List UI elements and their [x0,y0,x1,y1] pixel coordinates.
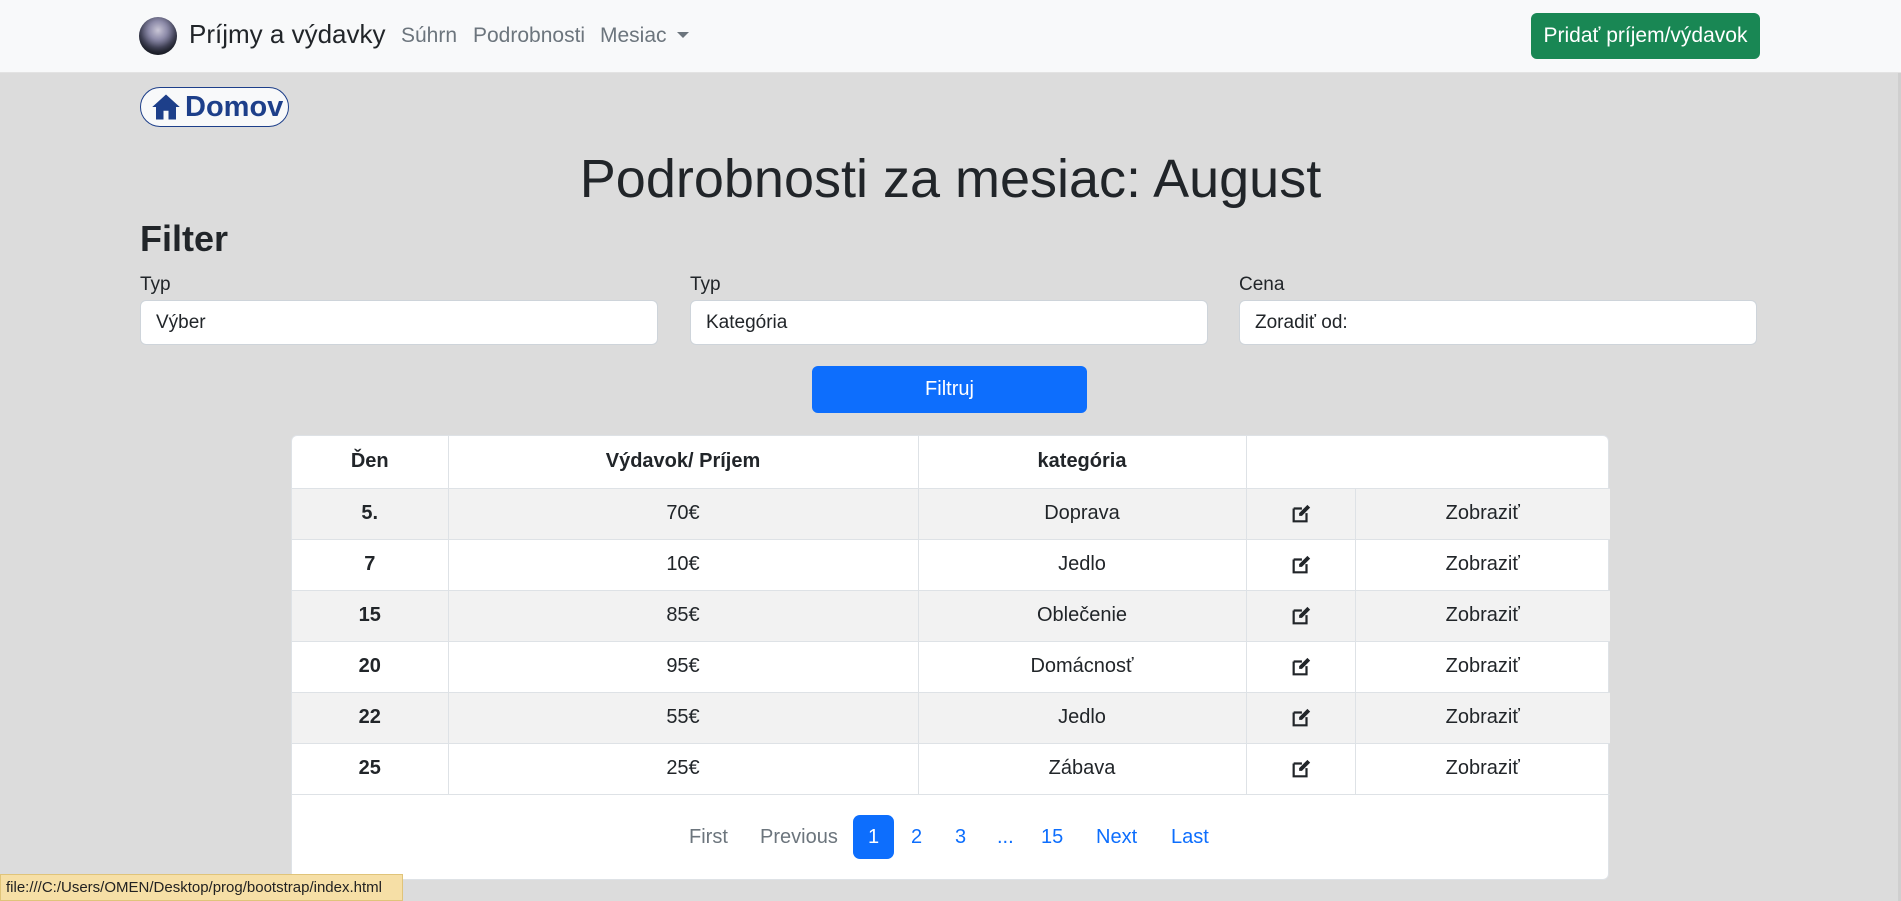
row-category: Doprava [918,488,1247,540]
filter-label-price: Cena [1239,274,1285,295]
view-link[interactable]: Zobraziť [1355,641,1610,693]
page-title: Podrobnosti za mesiac: August [579,149,1322,209]
page-ellipsis: ... [997,826,1014,848]
brand-title[interactable]: Príjmy a výdavky [189,19,386,50]
home-icon [152,94,180,120]
page-15[interactable]: 15 [1041,815,1063,859]
page-1[interactable]: 1 [853,815,894,859]
page-next[interactable]: Next [1096,815,1137,859]
table-row: 20 95€ Domácnosť Zobraziť [292,641,1610,693]
edit-button[interactable] [1246,692,1356,744]
header-day: Ďen [292,436,449,489]
filter-button[interactable]: Filtruj [812,366,1087,413]
filter-category-select[interactable]: Kategória [690,300,1208,345]
add-income-expense-button[interactable]: Pridať príjem/výdavok [1531,13,1760,59]
table-row: 22 55€ Jedlo Zobraziť [292,692,1610,744]
status-bar-url: file:///C:/Users/OMEN/Desktop/prog/boots… [0,874,403,901]
edit-button[interactable] [1246,488,1356,540]
edit-icon [1292,555,1310,574]
edit-button[interactable] [1246,743,1356,795]
home-button-label: Domov [185,90,284,123]
filter-label-type: Typ [140,274,171,295]
nav-link-details[interactable]: Podrobnosti [473,24,585,48]
filter-sort-select[interactable]: Zoradiť od: [1239,300,1757,345]
page-previous[interactable]: Previous [760,815,838,859]
row-category: Oblečenie [918,590,1247,642]
row-amount: 25€ [448,743,919,795]
table-row: 7 10€ Jedlo Zobraziť [292,539,1610,591]
header-category: kategória [918,436,1247,489]
header-actions [1246,436,1610,489]
page-last[interactable]: Last [1171,815,1209,859]
edit-icon [1292,657,1310,676]
table-row: 15 85€ Oblečenie Zobraziť [292,590,1610,642]
filter-type-select[interactable]: Výber [140,300,658,345]
page-2[interactable]: 2 [911,815,922,859]
row-day: 15 [292,590,449,642]
edit-button[interactable] [1246,590,1356,642]
home-button[interactable]: Domov [140,87,289,127]
transactions-table: Ďen Výdavok/ Príjem kategória 5. 70€ Dop… [292,436,1610,795]
view-link[interactable]: Zobraziť [1355,488,1610,540]
edit-button[interactable] [1246,539,1356,591]
edit-icon [1292,504,1310,523]
row-amount: 95€ [448,641,919,693]
row-amount: 70€ [448,488,919,540]
edit-icon [1292,759,1310,778]
edit-icon [1292,708,1310,727]
page-3[interactable]: 3 [955,815,966,859]
nav-dropdown-month[interactable]: Mesiac [600,24,689,48]
nav-link-summary[interactable]: Súhrn [401,24,457,48]
row-day: 7 [292,539,449,591]
row-day: 5. [292,488,449,540]
row-category: Domácnosť [918,641,1247,693]
view-link[interactable]: Zobraziť [1355,590,1610,642]
filter-heading: Filter [140,218,229,259]
row-day: 22 [292,692,449,744]
view-link[interactable]: Zobraziť [1355,743,1610,795]
view-link[interactable]: Zobraziť [1355,692,1610,744]
table-header-row: Ďen Výdavok/ Príjem kategória [292,436,1610,489]
row-day: 20 [292,641,449,693]
header-amount: Výdavok/ Príjem [448,436,919,489]
row-amount: 55€ [448,692,919,744]
page-first[interactable]: First [689,815,728,859]
row-amount: 85€ [448,590,919,642]
brand-logo[interactable] [139,17,177,55]
edit-icon [1292,606,1310,625]
edit-button[interactable] [1246,641,1356,693]
pagination: First Previous 1 2 3 ... 15 Next Last [292,815,1610,859]
view-link[interactable]: Zobraziť [1355,539,1610,591]
row-category: Zábava [918,743,1247,795]
table-row: 25 25€ Zábava Zobraziť [292,743,1610,795]
row-category: Jedlo [918,539,1247,591]
filter-label-category: Typ [690,274,721,295]
table-row: 5. 70€ Doprava Zobraziť [292,488,1610,540]
transactions-card: Ďen Výdavok/ Príjem kategória 5. 70€ Dop… [291,435,1610,880]
row-category: Jedlo [918,692,1247,744]
row-day: 25 [292,743,449,795]
nav-dropdown-month-label: Mesiac [600,24,667,47]
navbar: Príjmy a výdavky Súhrn Podrobnosti Mesia… [0,0,1901,73]
row-amount: 10€ [448,539,919,591]
